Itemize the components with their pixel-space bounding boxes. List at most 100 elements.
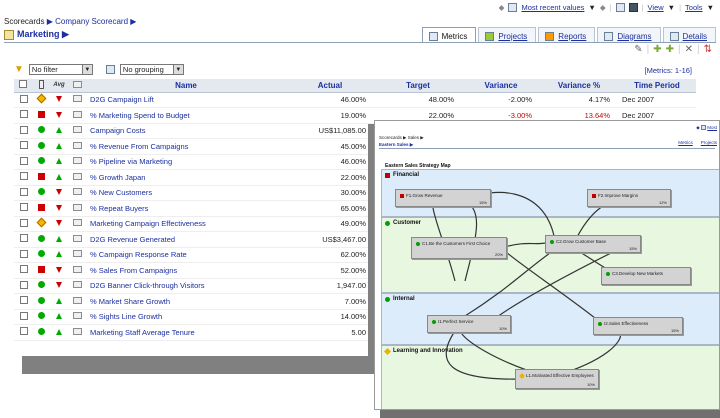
status-cell: [32, 154, 50, 170]
row-checkbox[interactable]: [20, 265, 28, 274]
col-name[interactable]: Name: [86, 79, 286, 93]
notes-icon[interactable]: [72, 203, 82, 211]
notes-icon[interactable]: [72, 312, 82, 320]
col-time-period[interactable]: Time Period: [618, 79, 696, 93]
notes-icon[interactable]: [72, 327, 82, 335]
row-checkbox[interactable]: [20, 327, 28, 336]
tab-diagrams[interactable]: Diagrams: [597, 27, 661, 42]
col-target[interactable]: Target: [374, 79, 462, 93]
metric-name[interactable]: % Market Share Growth: [86, 293, 286, 310]
metric-name[interactable]: D2G Banner Click-through Visitors: [86, 278, 286, 294]
filter-select[interactable]: No filter ▼: [28, 64, 93, 75]
calendar-icon[interactable]: [508, 3, 518, 12]
row-checkbox[interactable]: [20, 203, 28, 212]
tab-details[interactable]: Details: [662, 27, 716, 42]
notes-icon[interactable]: [72, 296, 82, 304]
notes-icon[interactable]: [72, 188, 82, 196]
row-checkbox[interactable]: [20, 234, 28, 243]
map-most-recent-link[interactable]: Most: [707, 125, 717, 130]
node-status-icon: [598, 321, 602, 326]
scorecard-icon: [4, 29, 14, 40]
row-checkbox[interactable]: [20, 296, 28, 305]
page-title[interactable]: Marketing ▶: [4, 29, 69, 40]
grouping-select[interactable]: No grouping ▼: [119, 64, 184, 75]
notes-icon[interactable]: [72, 219, 82, 227]
tab-metrics[interactable]: Metrics: [421, 27, 477, 43]
notes-icon[interactable]: [72, 281, 82, 289]
row-checkbox[interactable]: [20, 280, 28, 289]
map-tab-projects[interactable]: Projects: [701, 140, 717, 145]
delete-icon[interactable]: ✕: [685, 44, 693, 55]
tools-arrow-icon[interactable]: ▼: [707, 3, 714, 12]
notes-icon[interactable]: [72, 157, 82, 165]
notes-icon[interactable]: [72, 95, 82, 103]
metric-name[interactable]: % Revenue From Campaigns: [86, 138, 286, 155]
metric-name[interactable]: % Sales From Campaigns: [86, 262, 286, 279]
print-icon[interactable]: [615, 3, 625, 12]
row-checkbox[interactable]: [20, 156, 28, 165]
tab-reports[interactable]: Reports: [538, 27, 596, 42]
dropdown-arrow-icon[interactable]: ▼: [588, 3, 595, 12]
metric-name[interactable]: % Campaign Response Rate: [86, 247, 286, 263]
metric-name[interactable]: Campaign Costs: [86, 123, 286, 139]
tools-menu[interactable]: Tools: [685, 3, 703, 12]
view-menu[interactable]: View: [648, 3, 664, 12]
node-i1-perfect-service[interactable]: I1.Perfect Service 10%: [427, 315, 511, 333]
node-f2-improve-margins[interactable]: F2.Improve Margins 12%: [587, 189, 671, 207]
notes-icon[interactable]: [72, 126, 82, 134]
metric-name[interactable]: D2G Campaign Lift: [86, 92, 286, 108]
trend-up-icon: [56, 328, 62, 335]
node-c2-grow-customer-base[interactable]: C2.Grow Customer Base 15%: [545, 235, 641, 253]
metric-name[interactable]: % Pipeline via Marketing: [86, 154, 286, 170]
select-all-checkbox[interactable]: [19, 80, 27, 89]
metric-name[interactable]: % Sights Line Growth: [86, 309, 286, 325]
map-calendar-icon[interactable]: [700, 125, 706, 131]
row-checkbox[interactable]: [20, 94, 28, 103]
row-checkbox[interactable]: [20, 311, 28, 320]
next-icon[interactable]: ◆: [600, 3, 606, 12]
sort-icon[interactable]: ⇅: [704, 44, 712, 55]
breadcrumb-scorecards[interactable]: Scorecards: [4, 17, 44, 26]
col-variance[interactable]: Variance: [462, 79, 540, 93]
copy-metric-icon[interactable]: ✚: [666, 44, 674, 55]
view-arrow-icon[interactable]: ▼: [668, 3, 675, 12]
add-metric-icon[interactable]: ✚: [653, 44, 661, 55]
row-checkbox[interactable]: [20, 187, 28, 196]
metric-name[interactable]: Marketing Staff Average Tenure: [86, 324, 286, 341]
edit-icon[interactable]: ✎: [634, 44, 642, 55]
notes-icon[interactable]: [72, 110, 82, 118]
breadcrumb-company[interactable]: Company Scorecard: [55, 17, 128, 26]
metric-name[interactable]: % Growth Japan: [86, 169, 286, 186]
row-checkbox[interactable]: [20, 125, 28, 134]
prev-icon[interactable]: ◆: [499, 3, 505, 12]
band-label: Financial: [385, 172, 419, 178]
row-checkbox[interactable]: [20, 172, 28, 181]
notes-icon[interactable]: [72, 141, 82, 149]
notes-icon[interactable]: [72, 234, 82, 242]
table-row[interactable]: D2G Campaign Lift 46.00% 48.00% -2.00% 4.17%…: [14, 92, 696, 108]
node-l1-motivated-employees[interactable]: L1.Motivated Effective Employees 10%: [515, 369, 599, 389]
row-checkbox[interactable]: [20, 249, 28, 258]
node-i2-sales-effectiveness[interactable]: I2.Sales Effectiveness 15%: [593, 317, 683, 335]
map-breadcrumb[interactable]: Scorecards ▶ Sales ▶: [379, 135, 424, 141]
col-actual[interactable]: Actual: [286, 79, 374, 93]
node-c1-customers-first-choice[interactable]: C1.Be the Customers First Choice 20%: [411, 237, 507, 259]
map-tab-metrics[interactable]: Metrics: [678, 140, 693, 145]
notes-icon[interactable]: [72, 265, 82, 273]
row-checkbox[interactable]: [20, 110, 28, 119]
most-recent-values-link[interactable]: Most recent values: [521, 3, 584, 12]
col-variance-pct[interactable]: Variance %: [540, 79, 618, 93]
metric-name[interactable]: % Repeat Buyers: [86, 200, 286, 217]
notes-icon[interactable]: [72, 250, 82, 258]
metric-name[interactable]: % New Customers: [86, 185, 286, 201]
notes-icon[interactable]: [72, 172, 82, 180]
metric-name[interactable]: % Marketing Spend to Budget: [86, 107, 286, 124]
export-icon[interactable]: [628, 3, 638, 12]
row-checkbox[interactable]: [20, 218, 28, 227]
node-f1-grow-revenue[interactable]: F1.Grow Revenue 15%: [395, 189, 491, 207]
tab-projects[interactable]: Projects: [478, 27, 537, 42]
row-checkbox[interactable]: [20, 141, 28, 150]
metric-name[interactable]: D2G Revenue Generated: [86, 231, 286, 248]
node-c3-develop-new-markets[interactable]: C3.Develop New Markets: [601, 267, 691, 285]
metric-name[interactable]: Marketing Campaign Effectiveness: [86, 216, 286, 232]
